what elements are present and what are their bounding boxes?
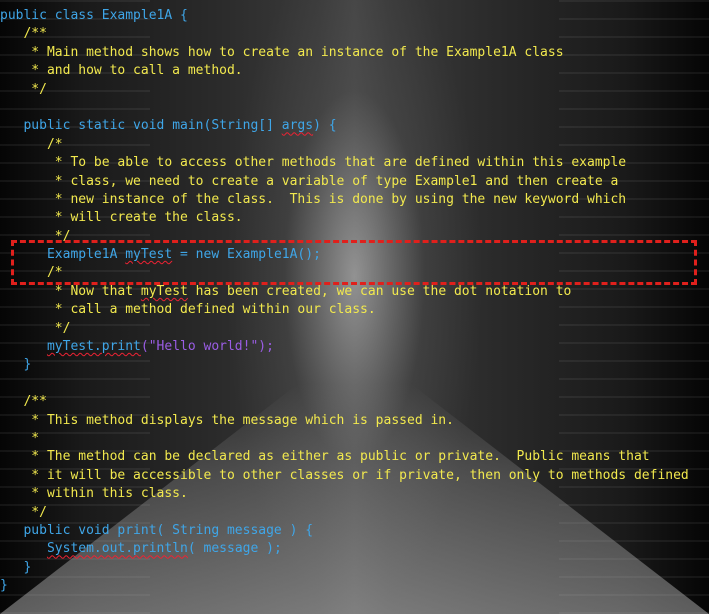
code-token-string: ("Hello world!"); (140, 339, 274, 355)
code-line-comment-4: * will create the class. (0, 210, 243, 226)
code-token: main(String[] (172, 118, 282, 134)
code-line-javadoc-6: * it will be accessible to other classes… (0, 467, 689, 483)
code-line-comment-6: * call a method defined within our class… (0, 302, 376, 318)
code-line-comment-5: * Now that myTest has been created, we c… (0, 283, 689, 301)
code-line-javadoc-2: * and how to call a method. (0, 63, 243, 79)
code-line-javadoc-5: * The method can be declared as either a… (0, 449, 650, 465)
java-code-listing: public class Example1A { /** * Main meth… (0, 7, 689, 596)
code-token: has been created, we can use the dot not… (187, 283, 572, 299)
code-token: ( message ); (187, 541, 282, 557)
code-line-javadoc-1: * Main method shows how to create an ins… (0, 44, 564, 60)
code-line-comment-2: * class, we need to create a variable of… (0, 173, 619, 189)
code-line-comment-close-2: */ (0, 320, 71, 336)
code-token-squiggle: myTest.print (46, 339, 141, 355)
code-token-squiggle: System.out.println (46, 541, 188, 557)
code-token: ) { (313, 118, 337, 134)
code-line-javadoc-close: */ (0, 81, 47, 97)
code-line-javadoc-close-2: */ (0, 504, 47, 520)
code-token-squiggle: myTest (140, 283, 188, 299)
code-line-javadoc-3: * This method displays the message which… (0, 412, 454, 428)
code-line-comment-3: * new instance of the class. This is don… (0, 191, 627, 207)
code-line-javadoc-open-2: /** (0, 394, 47, 410)
highlight-box (11, 240, 697, 285)
code-token: public static void (0, 118, 173, 134)
code-token-squiggle: args (281, 118, 314, 134)
code-line-comment-open: /* (0, 136, 63, 152)
code-line-main-signature: public static void main(String[] args) { (0, 117, 689, 135)
code-line-class-close: } (0, 578, 8, 594)
code-line-main-close: } (0, 357, 32, 373)
code-line-print-call: myTest.print("Hello world!"); (0, 338, 689, 356)
code-token: * Now that (0, 283, 141, 299)
code-line-print-close: } (0, 559, 32, 575)
code-line-javadoc-open: /** (0, 26, 47, 42)
code-line-println: System.out.println( message ); (0, 540, 689, 558)
code-line-javadoc-7: * within this class. (0, 486, 188, 502)
code-line-javadoc-4: * (0, 430, 40, 446)
code-line-class-declaration: public class Example1A { (0, 8, 188, 23)
code-line-print-signature: public void print( String message ) { (0, 522, 314, 538)
code-line-comment-1: * To be able to access other methods tha… (0, 155, 627, 171)
